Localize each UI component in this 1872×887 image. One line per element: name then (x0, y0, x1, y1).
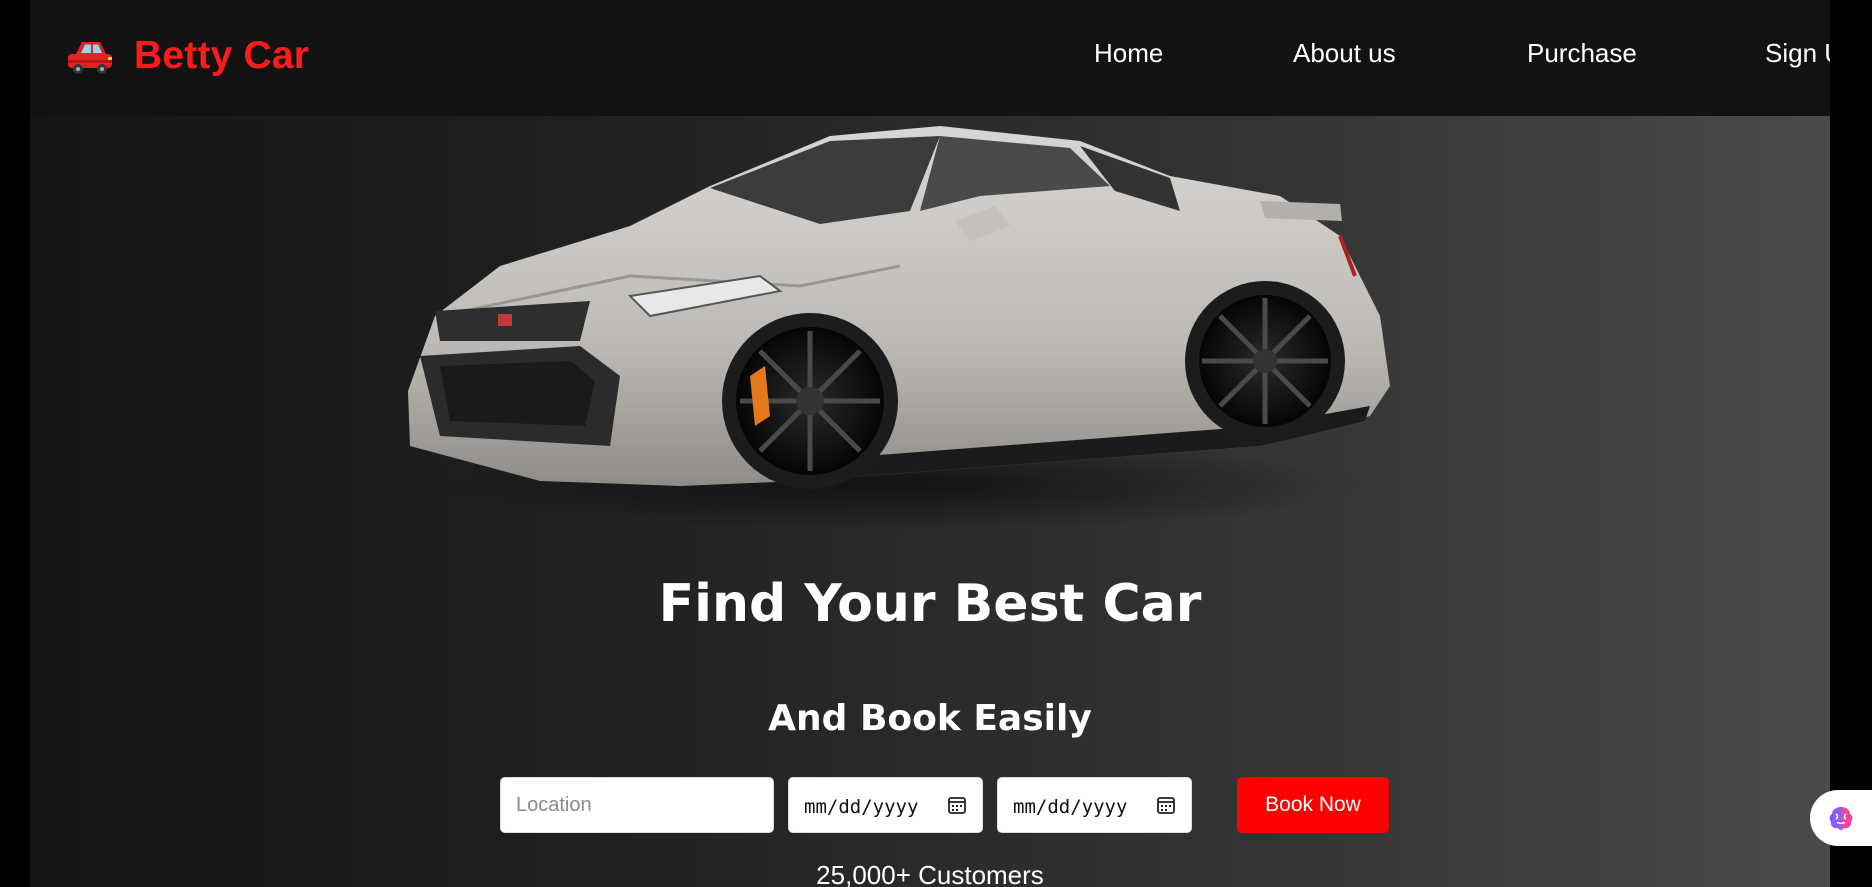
book-now-button[interactable]: Book Now (1237, 777, 1389, 833)
nav-home[interactable]: Home (1094, 38, 1163, 69)
location-input[interactable] (501, 778, 773, 832)
pickup-date-placeholder: mm/dd/yyyy (804, 796, 919, 818)
nav-about-us[interactable]: About us (1293, 38, 1396, 69)
hero-title: Find Your Best Car (658, 574, 1202, 634)
customers-count: 25,000+ Customers (816, 860, 1044, 887)
main-nav: Home About us Purchase Sign Up (30, 38, 1830, 74)
return-date-field[interactable]: mm/dd/yyyy (997, 777, 1192, 833)
nav-sign-up[interactable]: Sign Up (1765, 38, 1830, 69)
assistant-widget[interactable] (1810, 790, 1872, 846)
brain-icon (1829, 807, 1853, 830)
navbar: Betty Car Home About us Purchase Sign Up (30, 0, 1830, 116)
calendar-icon[interactable] (1156, 795, 1176, 815)
right-edge (1830, 116, 1872, 887)
location-field (500, 777, 774, 833)
nav-purchase[interactable]: Purchase (1527, 38, 1637, 69)
sports-car-image (408, 126, 1390, 531)
calendar-icon[interactable] (947, 795, 967, 815)
return-date-placeholder: mm/dd/yyyy (1013, 796, 1128, 818)
page: Betty Car Home About us Purchase Sign Up (30, 0, 1830, 887)
pickup-date-field[interactable]: mm/dd/yyyy (788, 777, 983, 833)
hero-section: Find Your Best Car And Book Easily mm/dd… (30, 116, 1830, 887)
hero-subtitle: And Book Easily (768, 698, 1092, 739)
